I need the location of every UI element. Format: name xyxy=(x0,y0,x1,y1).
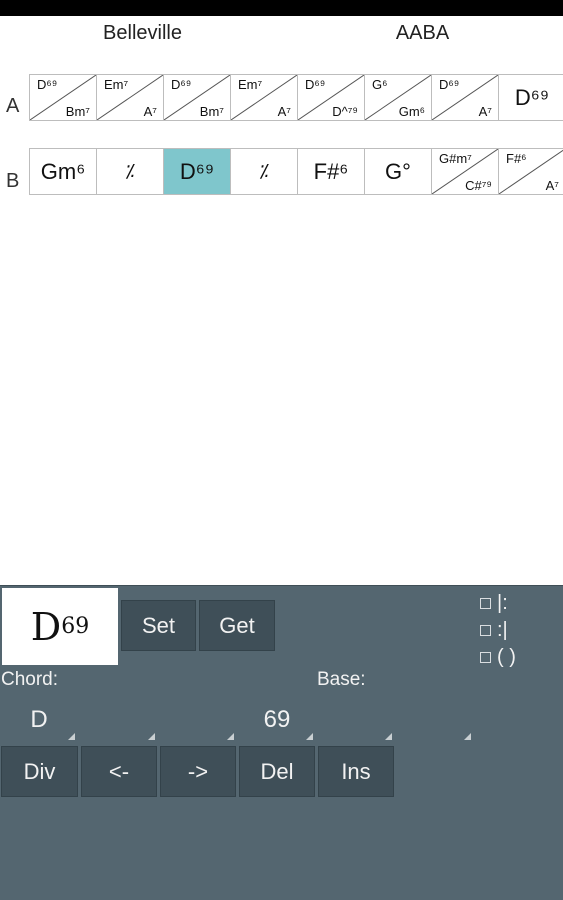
chord-bar[interactable]: G⁶ Gm⁶ xyxy=(365,74,432,121)
parentheses-checkbox[interactable] xyxy=(480,652,491,663)
chord-bar[interactable]: F#⁶ A⁷ xyxy=(499,148,563,195)
spinner-arrow-icon xyxy=(148,733,155,740)
base-root-spinner[interactable] xyxy=(317,698,395,742)
bar-second-chord: C#⁷⁹ xyxy=(465,178,492,193)
spinner-arrow-icon xyxy=(227,733,234,740)
insert-button[interactable]: Ins xyxy=(318,746,394,797)
bar-second-chord: A⁷ xyxy=(277,104,291,119)
chord-quality-spinner[interactable] xyxy=(159,698,237,742)
chord-bar[interactable]: G° xyxy=(365,148,432,195)
chord-bar[interactable]: D⁶⁹ D^⁷⁹ xyxy=(298,74,365,121)
bar-first-chord: D⁶⁹ xyxy=(439,77,460,92)
repeat-bar-icon: ⁒ xyxy=(259,161,269,181)
spinner-arrow-icon xyxy=(68,733,75,740)
repeat-start-checkbox[interactable] xyxy=(480,598,491,609)
repeat-start-checkbox-row[interactable]: |: xyxy=(480,592,508,615)
section-label-b: B xyxy=(6,170,20,192)
chord-extension-spinner[interactable]: 69 xyxy=(238,698,316,742)
chord-bar[interactable]: D⁶⁹ A⁷ xyxy=(432,74,499,121)
bar-first-chord: Em⁷ xyxy=(104,77,129,92)
bar-second-chord: Gm⁶ xyxy=(398,104,425,119)
bar-second-chord: A⁷ xyxy=(478,104,492,119)
bar-chord: F#⁶ xyxy=(313,158,349,184)
chord-bar[interactable]: ⁒ xyxy=(97,148,164,195)
chord-bar[interactable]: Gm⁶ xyxy=(30,148,97,195)
bar-second-chord: Bm⁷ xyxy=(199,104,224,119)
chord-extension-value: 69 xyxy=(263,706,291,733)
bar-chord: G° xyxy=(385,158,411,184)
parentheses-label: ( ) xyxy=(497,646,516,668)
bar-second-chord: D^⁷⁹ xyxy=(332,104,358,119)
bar-chord: D⁶⁹ xyxy=(179,158,215,184)
bar-first-chord: D⁶⁹ xyxy=(305,77,326,92)
bar-second-chord: A⁷ xyxy=(143,104,157,119)
repeat-end-label: :| xyxy=(497,619,508,641)
bar-chord: D⁶⁹ xyxy=(514,84,550,110)
chord-bar[interactable]: Em⁷ A⁷ xyxy=(97,74,164,121)
get-button[interactable]: Get xyxy=(199,600,275,651)
repeat-end-checkbox[interactable] xyxy=(480,625,491,636)
bar-first-chord: D⁶⁹ xyxy=(171,77,192,92)
section-b-bars: Gm⁶ ⁒ D⁶⁹ ⁒ F#⁶ G° G#m⁷ C#⁷⁹ F#⁶ A⁷ xyxy=(29,148,563,195)
bar-first-chord: G#m⁷ xyxy=(439,151,472,166)
repeat-start-label: |: xyxy=(497,592,508,614)
div-button[interactable]: Div xyxy=(1,746,78,797)
delete-button[interactable]: Del xyxy=(239,746,315,797)
move-left-button[interactable]: <- xyxy=(81,746,157,797)
bar-first-chord: Em⁷ xyxy=(238,77,263,92)
song-form[interactable]: AABA xyxy=(360,22,485,45)
bar-first-chord: D⁶⁹ xyxy=(37,77,58,92)
spinner-arrow-icon xyxy=(306,733,313,740)
chord-bar[interactable]: G#m⁷ C#⁷⁹ xyxy=(432,148,499,195)
section-label-a: A xyxy=(6,95,20,117)
chord-bar[interactable]: D⁶⁹ Bm⁷ xyxy=(164,74,231,121)
status-bar xyxy=(0,0,563,16)
preview-root: D xyxy=(30,604,62,649)
chord-editor-panel: D 69 Set Get |: :| ( ) Chord: Base: D 69 … xyxy=(0,585,563,900)
parentheses-checkbox-row[interactable]: ( ) xyxy=(480,646,516,669)
chord-root-value: D xyxy=(30,706,48,733)
chord-bar[interactable]: Em⁷ A⁷ xyxy=(231,74,298,121)
song-title[interactable]: Belleville xyxy=(60,22,225,45)
chord-accidental-spinner[interactable] xyxy=(80,698,158,742)
chord-bar[interactable]: D⁶⁹ xyxy=(164,148,231,195)
spinner-arrow-icon xyxy=(385,733,392,740)
section-a-bars: D⁶⁹ Bm⁷ Em⁷ A⁷ D⁶⁹ Bm⁷ Em⁷ A⁷ D⁶⁹ D^⁷⁹ G⁶ Gm⁶ D⁶⁹ A⁷ D… xyxy=(29,74,563,121)
repeat-end-checkbox-row[interactable]: :| xyxy=(480,619,508,642)
chord-preview: D 69 xyxy=(2,588,118,665)
base-label: Base: xyxy=(317,669,366,690)
move-right-button[interactable]: -> xyxy=(160,746,236,797)
bar-second-chord: A⁷ xyxy=(545,178,559,193)
bar-first-chord: F#⁶ xyxy=(506,151,527,166)
bar-chord: Gm⁶ xyxy=(40,158,86,184)
spinner-arrow-icon xyxy=(464,733,471,740)
repeat-bar-icon: ⁒ xyxy=(125,161,135,181)
chord-bar[interactable]: F#⁶ xyxy=(298,148,365,195)
chord-label: Chord: xyxy=(1,669,59,690)
bar-second-chord: Bm⁷ xyxy=(65,104,90,119)
base-accidental-spinner[interactable] xyxy=(396,698,474,742)
set-button[interactable]: Set xyxy=(121,600,196,651)
chord-bar[interactable]: ⁒ xyxy=(231,148,298,195)
chord-bar[interactable]: D⁶⁹ Bm⁷ xyxy=(30,74,97,121)
chord-bar[interactable]: D⁶⁹ xyxy=(499,74,563,121)
bar-first-chord: G⁶ xyxy=(372,77,388,92)
chord-root-spinner[interactable]: D xyxy=(0,698,78,742)
preview-extension: 69 xyxy=(61,614,90,639)
